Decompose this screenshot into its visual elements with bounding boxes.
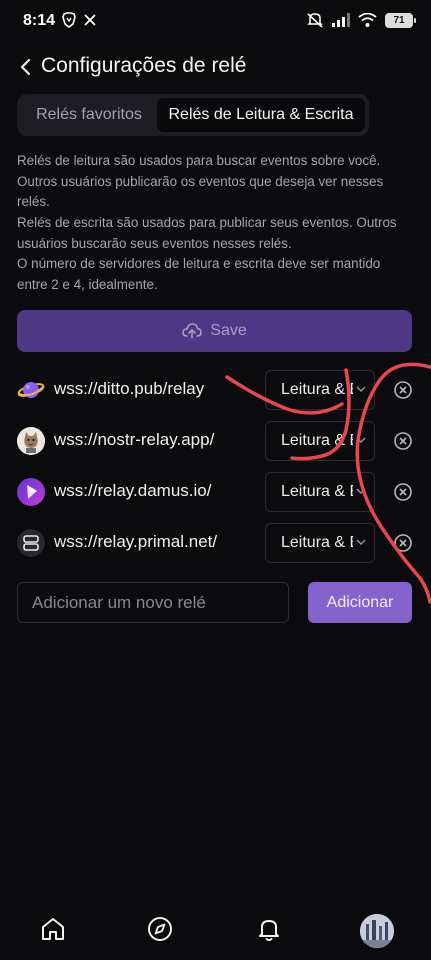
app-header: Configurações de relé (0, 44, 431, 90)
relay-item: wss://nostr-relay.app/ Leitura & Escrita (17, 421, 417, 461)
bell-icon (259, 920, 279, 941)
nav-explore[interactable] (145, 914, 175, 944)
relay-mode-select[interactable]: Leitura & Escrita (265, 370, 375, 410)
relay-url: wss://relay.primal.net/ (54, 532, 218, 551)
relay-mode-value: Leitura & Escrita (281, 381, 353, 398)
save-button-label: Save (210, 322, 247, 339)
profile-avatar[interactable] (360, 914, 394, 948)
chevron-down-icon (356, 488, 366, 494)
cat-avatar-icon (17, 427, 45, 455)
battery-indicator: 71 (385, 12, 416, 28)
tab-read-write-relays[interactable]: Relés de Leitura & Escrita (157, 98, 365, 132)
remove-relay-icon[interactable] (393, 431, 413, 451)
relay-mode-value: Leitura & Escrita (281, 534, 353, 551)
add-relay-button[interactable]: Adicionar (308, 582, 412, 623)
relay-mode-select[interactable]: Leitura & Escrita (265, 472, 375, 512)
server-icon (17, 529, 45, 557)
relay-mode-value: Leitura & Escrita (281, 483, 353, 500)
relay-item: wss://ditto.pub/relay Leitura & Escrita (17, 370, 417, 410)
mute-icon (307, 13, 323, 28)
chevron-down-icon (356, 437, 366, 443)
bottom-navigation (0, 900, 431, 960)
relay-url: wss://nostr-relay.app/ (54, 430, 215, 449)
nav-home[interactable] (38, 914, 68, 944)
chevron-left-icon (20, 58, 31, 76)
status-bar: 8:14 71 (0, 0, 431, 44)
x-icon (84, 14, 96, 26)
nav-notifications[interactable] (254, 914, 284, 944)
relay-mode-select[interactable]: Leitura & Escrita (265, 421, 375, 461)
relay-count-description: O número de servidores de leitura e escr… (17, 256, 381, 292)
new-relay-input[interactable] (17, 582, 289, 623)
damus-icon (17, 478, 45, 506)
write-relays-description: Relés de escrita são usados para publica… (17, 215, 397, 251)
back-button[interactable] (14, 56, 36, 78)
relay-mode-select[interactable]: Leitura & Escrita (265, 523, 375, 563)
wifi-icon (358, 13, 377, 27)
relay-url: wss://ditto.pub/relay (54, 379, 205, 398)
cloud-upload-icon (182, 323, 203, 339)
save-button[interactable]: Save (17, 310, 412, 352)
relay-tabs: Relés favoritos Relés de Leitura & Escri… (17, 94, 369, 136)
read-relays-description: Relés de leitura são usados para buscar … (17, 153, 384, 209)
remove-relay-icon[interactable] (393, 533, 413, 553)
remove-relay-icon[interactable] (393, 482, 413, 502)
signal-icon (332, 13, 350, 27)
home-icon (42, 918, 64, 940)
tab-favorite-relays[interactable]: Relés favoritos (21, 98, 157, 132)
chevron-down-icon (356, 386, 366, 392)
relay-item: wss://relay.damus.io/ Leitura & Escrita (17, 472, 417, 512)
remove-relay-icon[interactable] (393, 380, 413, 400)
relay-url: wss://relay.damus.io/ (54, 481, 212, 500)
relay-mode-value: Leitura & Escrita (281, 432, 353, 449)
brave-icon (62, 12, 76, 28)
planet-icon (17, 376, 45, 404)
chevron-down-icon (356, 539, 366, 545)
page-title: Configurações de relé (41, 54, 247, 77)
relay-item: wss://relay.primal.net/ Leitura & Escrit… (17, 523, 417, 563)
status-time: 8:14 (23, 12, 56, 29)
compass-icon (148, 917, 172, 941)
